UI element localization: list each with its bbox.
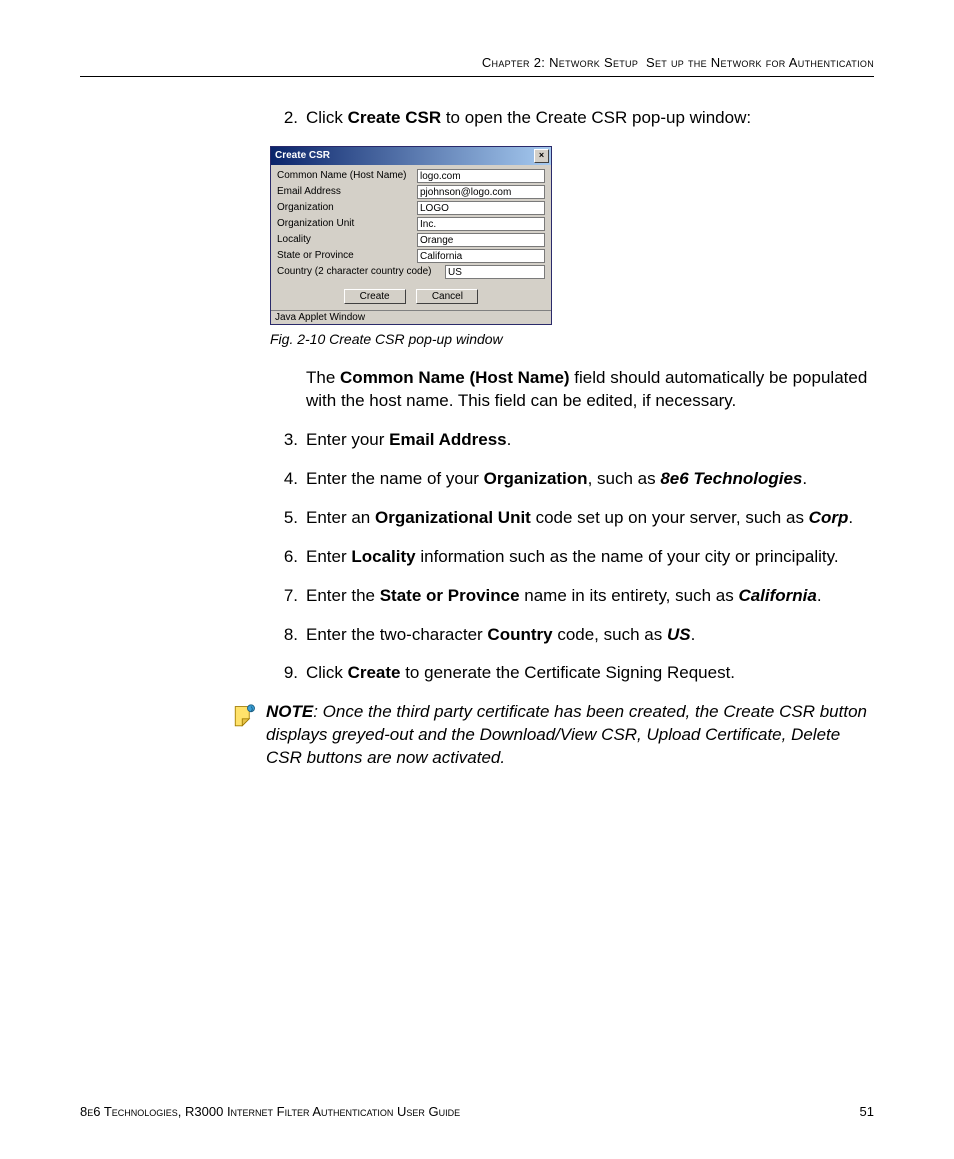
field-label-organization: Organization: [277, 202, 417, 213]
note-icon: [230, 703, 258, 731]
step-9: 9. Click Create to generate the Certific…: [270, 662, 874, 685]
page-number: 51: [860, 1104, 874, 1119]
organization-field[interactable]: LOGO: [417, 201, 545, 215]
email-field[interactable]: pjohnson@logo.com: [417, 185, 545, 199]
field-label-locality: Locality: [277, 234, 417, 245]
field-label-common-name: Common Name (Host Name): [277, 170, 417, 181]
country-field[interactable]: US: [445, 265, 545, 279]
organization-unit-field[interactable]: Inc.: [417, 217, 545, 231]
step-text: Click Create CSR to open the Create CSR …: [306, 107, 874, 130]
popup-status: Java Applet Window: [271, 310, 551, 324]
note-block: NOTE: Once the third party certificate h…: [230, 701, 874, 770]
field-label-state: State or Province: [277, 250, 417, 261]
step-3: 3. Enter your Email Address.: [270, 429, 874, 452]
popup-title: Create CSR: [275, 150, 330, 161]
page-footer: 8e6 Technologies, R3000 Internet Filter …: [80, 1104, 874, 1119]
page-header: Chapter 2: Network Setup Set up the Netw…: [80, 55, 874, 77]
create-button[interactable]: Create: [344, 289, 406, 304]
figure-caption: Fig. 2-10 Create CSR pop-up window: [270, 331, 874, 347]
common-name-field[interactable]: logo.com: [417, 169, 545, 183]
header-section: Set up the Network for Authentication: [646, 55, 874, 70]
step-8: 8. Enter the two-character Country code,…: [270, 624, 874, 647]
create-csr-popup: Create CSR × Common Name (Host Name) log…: [270, 146, 552, 325]
cancel-button[interactable]: Cancel: [416, 289, 478, 304]
step-5: 5. Enter an Organizational Unit code set…: [270, 507, 874, 530]
step-2: 2. Click Create CSR to open the Create C…: [270, 107, 874, 130]
note-text: NOTE: Once the third party certificate h…: [266, 701, 874, 770]
popup-titlebar: Create CSR ×: [271, 147, 551, 165]
field-label-country: Country (2 character country code): [277, 266, 445, 277]
header-chapter: Chapter 2: Network Setup: [482, 55, 638, 70]
step-7: 7. Enter the State or Province name in i…: [270, 585, 874, 608]
locality-field[interactable]: Orange: [417, 233, 545, 247]
step-number: 2.: [270, 107, 306, 130]
step-4: 4. Enter the name of your Organization, …: [270, 468, 874, 491]
field-label-org-unit: Organization Unit: [277, 218, 417, 229]
step-6: 6. Enter Locality information such as th…: [270, 546, 874, 569]
close-icon[interactable]: ×: [534, 149, 549, 163]
field-label-email: Email Address: [277, 186, 417, 197]
step-2-post: The Common Name (Host Name) field should…: [270, 367, 874, 413]
state-field[interactable]: California: [417, 249, 545, 263]
footer-left: 8e6 Technologies, R3000 Internet Filter …: [80, 1104, 460, 1119]
